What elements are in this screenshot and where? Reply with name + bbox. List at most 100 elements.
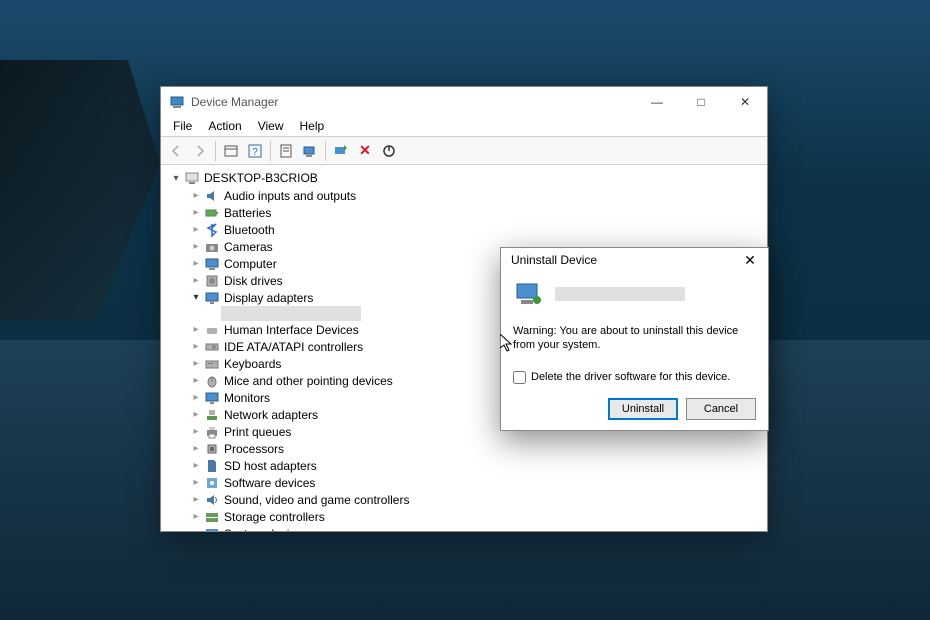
chevron-right-icon[interactable]: ▸	[189, 391, 203, 405]
category-label: SD host adapters	[224, 459, 317, 473]
toolbar-forward[interactable]	[189, 140, 211, 162]
toolbar-help[interactable]: ?	[244, 140, 266, 162]
system-icon	[204, 526, 220, 532]
chevron-right-icon[interactable]: ▸	[189, 476, 203, 490]
ide-icon	[204, 339, 220, 355]
tree-category[interactable]: ▸ System devices	[189, 525, 765, 531]
chevron-right-icon[interactable]: ▸	[189, 425, 203, 439]
category-label: Network adapters	[224, 408, 318, 422]
toolbar-update[interactable]	[330, 140, 352, 162]
cancel-button[interactable]: Cancel	[686, 398, 756, 420]
category-label: Bluetooth	[224, 223, 275, 237]
dialog-warning-text: Warning: You are about to uninstall this…	[513, 324, 756, 353]
category-label: Audio inputs and outputs	[224, 189, 356, 203]
uninstall-button[interactable]: Uninstall	[608, 398, 678, 420]
tree-category[interactable]: ▸Sound, video and game controllers	[189, 491, 765, 508]
tree-category[interactable]: ▸ Storage controllers	[189, 508, 765, 525]
category-label: Storage controllers	[224, 510, 325, 524]
chevron-right-icon[interactable]: ▸	[189, 206, 203, 220]
uninstall-dialog: Uninstall Device ✕ Warning: You are abou…	[500, 247, 769, 431]
computer-icon	[204, 256, 220, 272]
monitor-icon	[204, 390, 220, 406]
menubar: File Action View Help	[161, 117, 767, 137]
cpu-icon	[204, 441, 220, 457]
root-label: DESKTOP-B3CRIOB	[204, 171, 318, 185]
dialog-close-button[interactable]: ✕	[738, 248, 762, 272]
tree-category[interactable]: ▸ Bluetooth	[189, 221, 765, 238]
hid-icon	[204, 322, 220, 338]
audio-icon	[204, 188, 220, 204]
window-title: Device Manager	[191, 95, 635, 109]
desktop-background-rocks	[0, 60, 160, 320]
category-label: Disk drives	[224, 274, 283, 288]
chevron-right-icon[interactable]: ▸	[189, 459, 203, 473]
chevron-right-icon[interactable]: ▸	[189, 240, 203, 254]
chevron-right-icon[interactable]: ▸	[189, 493, 203, 507]
computer-icon	[184, 170, 200, 186]
chevron-right-icon[interactable]: ▸	[189, 442, 203, 456]
dialog-device-name-redacted	[555, 287, 685, 301]
menu-action[interactable]: Action	[200, 117, 249, 136]
menu-help[interactable]: Help	[292, 117, 333, 136]
tree-category[interactable]: ▸ Processors	[189, 440, 765, 457]
category-label: Batteries	[224, 206, 271, 220]
printer-icon	[204, 424, 220, 440]
category-label: Software devices	[224, 476, 315, 490]
dialog-titlebar[interactable]: Uninstall Device ✕	[501, 248, 768, 272]
titlebar[interactable]: Device Manager — □ ✕	[161, 87, 767, 117]
tree-category[interactable]: ▸ SD host adapters	[189, 457, 765, 474]
chevron-right-icon[interactable]: ▸	[189, 189, 203, 203]
chevron-down-icon[interactable]: ▾	[189, 291, 203, 305]
toolbar-uninstall[interactable]: ✕	[354, 140, 376, 162]
toolbar-properties[interactable]	[275, 140, 297, 162]
chevron-right-icon[interactable]: ▸	[189, 357, 203, 371]
minimize-button[interactable]: —	[635, 87, 679, 117]
toolbar-scan[interactable]	[299, 140, 321, 162]
chevron-right-icon[interactable]: ▸	[189, 510, 203, 524]
chevron-right-icon[interactable]: ▸	[189, 374, 203, 388]
display-icon	[204, 290, 220, 306]
bluetooth-icon	[204, 222, 220, 238]
toolbar: ? ✕	[161, 137, 767, 165]
category-label: IDE ATA/ATAPI controllers	[224, 340, 363, 354]
delete-driver-checkbox-row[interactable]: Delete the driver software for this devi…	[513, 371, 756, 384]
tree-category[interactable]: ▸ Audio inputs and outputs	[189, 187, 765, 204]
close-button[interactable]: ✕	[723, 87, 767, 117]
category-label: Cameras	[224, 240, 273, 254]
toolbar-show-hide[interactable]	[220, 140, 242, 162]
sd-icon	[204, 458, 220, 474]
device-icon	[513, 278, 545, 310]
toolbar-enable[interactable]	[378, 140, 400, 162]
category-label: Processors	[224, 442, 284, 456]
mouse-icon	[204, 373, 220, 389]
tree-category[interactable]: ▸ Batteries	[189, 204, 765, 221]
toolbar-separator	[270, 141, 271, 161]
chevron-right-icon[interactable]: ▸	[189, 340, 203, 354]
tree-category[interactable]: ▸ Software devices	[189, 474, 765, 491]
category-label: System devices	[224, 527, 308, 532]
menu-view[interactable]: View	[250, 117, 292, 136]
svg-text:?: ?	[252, 147, 258, 158]
chevron-right-icon[interactable]: ▸	[189, 408, 203, 422]
battery-icon	[204, 205, 220, 221]
chevron-right-icon[interactable]: ▸	[189, 527, 203, 532]
menu-file[interactable]: File	[165, 117, 200, 136]
network-icon	[204, 407, 220, 423]
chevron-right-icon[interactable]: ▸	[189, 274, 203, 288]
toolbar-back[interactable]	[165, 140, 187, 162]
tree-root-node[interactable]: ▾ DESKTOP-B3CRIOB	[163, 169, 765, 187]
category-label: Display adapters	[224, 291, 313, 305]
chevron-right-icon[interactable]: ▸	[189, 223, 203, 237]
category-label: Computer	[224, 257, 277, 271]
chevron-down-icon[interactable]: ▾	[169, 171, 183, 185]
chevron-right-icon[interactable]: ▸	[189, 323, 203, 337]
chevron-right-icon[interactable]: ▸	[189, 257, 203, 271]
disk-icon	[204, 273, 220, 289]
dialog-title: Uninstall Device	[511, 253, 738, 267]
delete-driver-checkbox[interactable]	[513, 371, 526, 384]
category-label: Monitors	[224, 391, 270, 405]
category-label: Keyboards	[224, 357, 281, 371]
sound-icon	[204, 492, 220, 508]
maximize-button[interactable]: □	[679, 87, 723, 117]
selected-device-redacted[interactable]	[221, 306, 361, 321]
